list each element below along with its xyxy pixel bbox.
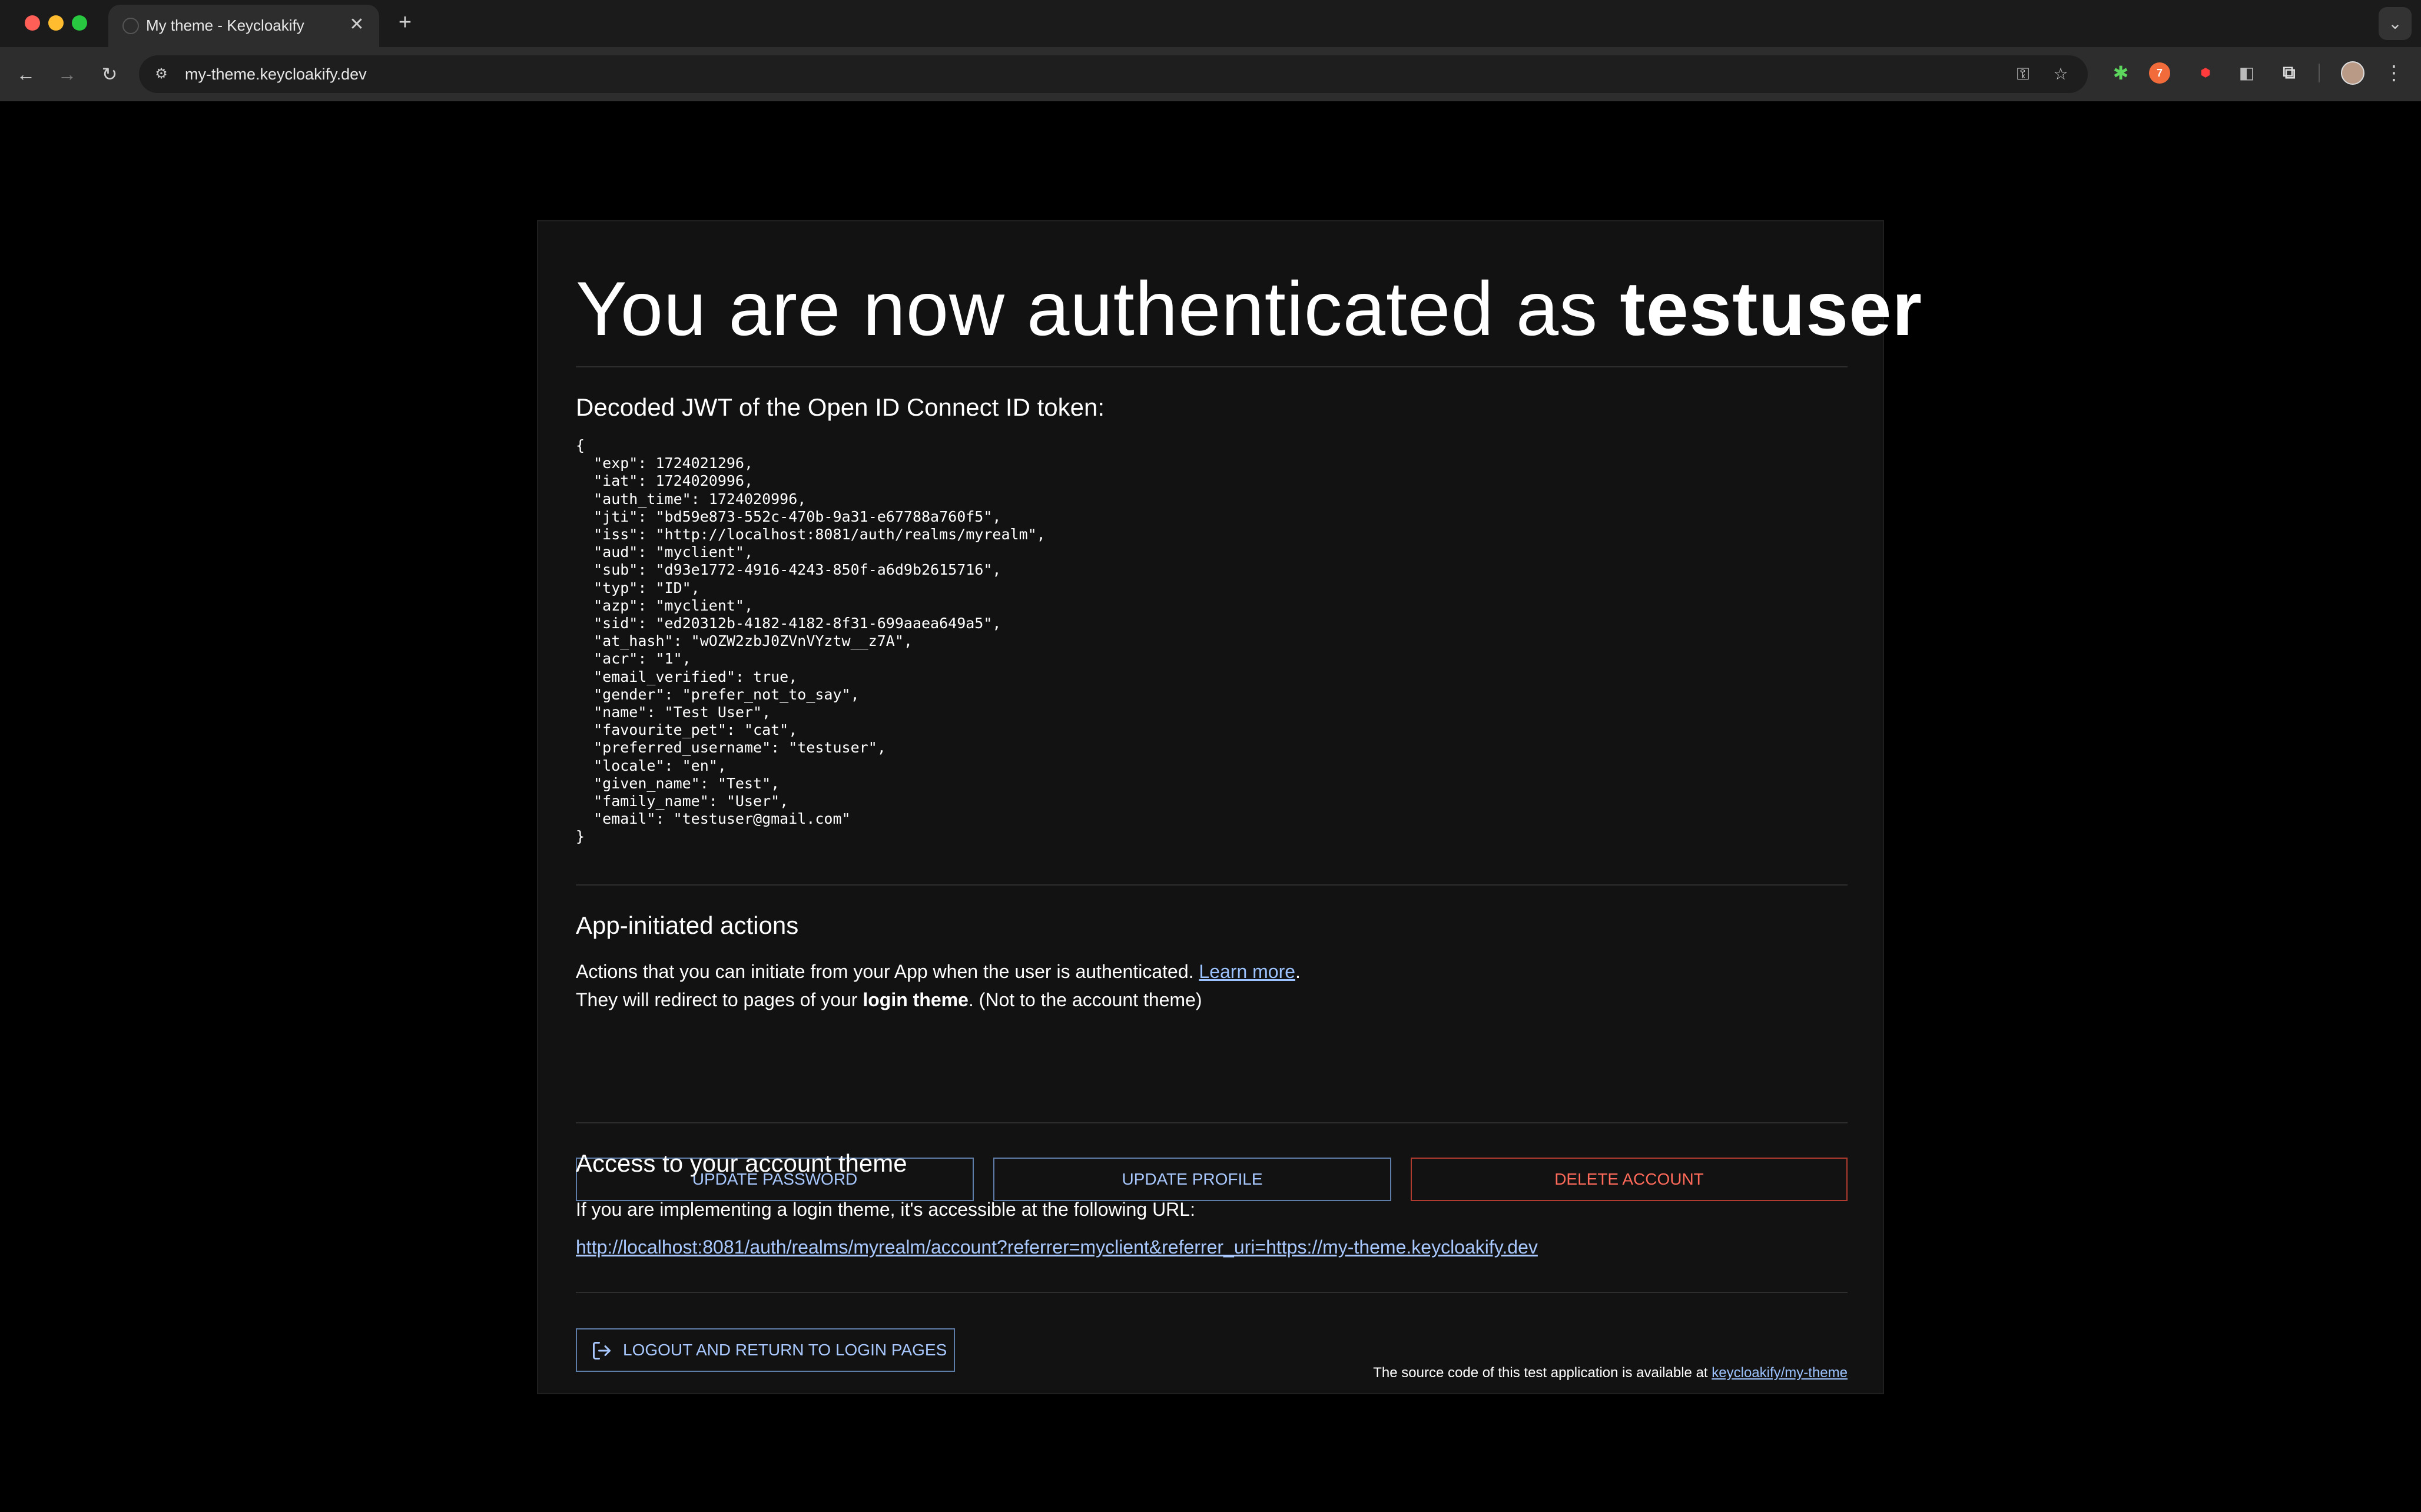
extension-grey-icon[interactable]: ◧	[2234, 60, 2260, 86]
jwt-line: "name": "Test User",	[576, 704, 771, 721]
address-bar[interactable]: ⚙ my-theme.keycloakify.dev ⚿ ☆	[139, 55, 2088, 93]
source-code-text: The source code of this test application…	[1373, 1365, 1712, 1381]
jwt-code-block: { "exp": 1724021296, "iat": 1724020996, …	[576, 437, 1848, 846]
jwt-line: "iat": 1724020996,	[576, 472, 754, 490]
reload-icon[interactable]: ↻	[95, 60, 124, 88]
browser-chrome: My theme - Keycloakify ✕ + ⌄ ← → ↻ ⚙ my-…	[0, 0, 2421, 101]
jwt-line: "exp": 1724021296,	[576, 455, 754, 472]
jwt-line: {	[576, 437, 585, 454]
url-text[interactable]: my-theme.keycloakify.dev	[185, 65, 367, 84]
jwt-line: "gender": "prefer_not_to_say",	[576, 685, 860, 703]
extension-puzzle-green-icon[interactable]: ✱	[2108, 60, 2134, 86]
page-title: You are now authenticated as testuser	[576, 261, 1922, 356]
authenticated-username: testuser	[1620, 266, 1923, 352]
divider	[576, 884, 1848, 886]
jwt-line: "locale": "en",	[576, 757, 727, 774]
auth-card: You are now authenticated as testuser De…	[537, 220, 1922, 1394]
tab-title: My theme - Keycloakify	[146, 16, 304, 34]
jwt-line: "sid": "ed20312b-4182-4182-8f31-699aaea6…	[576, 615, 1001, 632]
redirect-note-prefix: They will redirect to pages of your	[576, 989, 863, 1010]
back-arrow-icon[interactable]: ←	[12, 60, 40, 88]
delete-account-button[interactable]: Delete account	[1411, 1158, 1848, 1201]
star-icon[interactable]: ☆	[2049, 62, 2072, 86]
tab-strip: My theme - Keycloakify ✕ + ⌄	[0, 0, 2421, 47]
browser-toolbar: ← → ↻ ⚙ my-theme.keycloakify.dev ⚿ ☆	[0, 47, 2421, 101]
actions-heading: App-initiated actions	[576, 911, 799, 939]
extension-ublock-icon[interactable]: ⬢	[2193, 60, 2218, 86]
logout-label: Logout and return to login pages	[623, 1341, 947, 1359]
jwt-line: "typ": "ID",	[576, 579, 700, 596]
tab-search-chevron-down-icon[interactable]: ⌄	[2379, 7, 2412, 40]
jwt-line: "aud": "myclient",	[576, 543, 754, 561]
logout-button[interactable]: Logout and return to login pages	[576, 1328, 955, 1372]
browser-tab-active[interactable]: My theme - Keycloakify ✕	[108, 5, 379, 47]
extension-orange-icon[interactable]: 7	[2149, 62, 2170, 84]
jwt-line: "email_verified": true,	[576, 668, 798, 685]
redirect-note-bold: login theme	[863, 989, 969, 1010]
new-tab-button[interactable]: +	[391, 8, 419, 37]
redirect-note-suffix: . (Not to the account theme)	[968, 989, 1202, 1010]
jwt-heading: Decoded JWT of the Open ID Connect ID to…	[576, 393, 1105, 421]
forward-arrow-icon[interactable]: →	[53, 60, 81, 88]
source-code-note: The source code of this test application…	[1373, 1365, 1848, 1381]
actions-description-text: Actions that you can initiate from your …	[576, 961, 1199, 982]
page-title-prefix: You are now authenticated as	[576, 266, 1620, 352]
key-icon[interactable]: ⚿	[2011, 62, 2035, 86]
actions-description: Actions that you can initiate from your …	[576, 961, 1301, 983]
jwt-line: "acr": "1",	[576, 650, 691, 668]
extensions-puzzle-icon[interactable]: ⧉	[2276, 60, 2302, 86]
divider	[576, 1292, 1848, 1293]
jwt-line: "given_name": "Test",	[576, 774, 780, 792]
jwt-line: "at_hash": "wOZW2zbJ0ZVnVYztw__z7A",	[576, 632, 913, 650]
actions-redirect-note: They will redirect to pages of your logi…	[576, 989, 1202, 1011]
close-window-button[interactable]	[25, 15, 40, 31]
source-code-link[interactable]: keycloakify/my-theme	[1712, 1365, 1848, 1381]
jwt-line: "preferred_username": "testuser",	[576, 739, 886, 757]
toolbar-divider	[2319, 64, 2320, 82]
update-profile-button[interactable]: Update profile	[993, 1158, 1391, 1201]
divider	[576, 1122, 1848, 1123]
divider	[576, 366, 1848, 367]
account-description: If you are implementing a login theme, i…	[576, 1199, 1195, 1220]
jwt-line: "jti": "bd59e873-552c-470b-9a31-e67788a7…	[576, 508, 1001, 525]
maximize-window-button[interactable]	[72, 15, 87, 31]
account-heading: Access to your account theme	[576, 1149, 907, 1177]
profile-avatar[interactable]	[2341, 61, 2364, 85]
jwt-line: "sub": "d93e1772-4916-4243-850f-a6d9b261…	[576, 561, 1001, 579]
tab-favicon-icon	[122, 18, 139, 34]
jwt-line: "auth_time": 1724020996,	[576, 490, 807, 508]
jwt-line: }	[576, 828, 585, 845]
jwt-line: "iss": "http://localhost:8081/auth/realm…	[576, 526, 1046, 543]
actions-description-end: .	[1295, 961, 1301, 982]
minimize-window-button[interactable]	[48, 15, 64, 31]
jwt-line: "azp": "myclient",	[576, 596, 754, 614]
account-theme-link[interactable]: http://localhost:8081/auth/realms/myreal…	[576, 1236, 1538, 1258]
jwt-line: "email": "testuser@gmail.com"	[576, 810, 851, 828]
page-viewport: You are now authenticated as testuser De…	[0, 101, 2421, 1512]
jwt-line: "favourite_pet": "cat",	[576, 721, 798, 739]
site-info-icon[interactable]: ⚙	[150, 62, 173, 86]
jwt-line: "family_name": "User",	[576, 793, 789, 810]
tab-close-icon[interactable]: ✕	[345, 13, 369, 37]
logout-icon	[593, 1342, 611, 1360]
learn-more-link[interactable]: Learn more	[1199, 961, 1295, 982]
kebab-menu-icon[interactable]: ⋮	[2381, 59, 2407, 87]
